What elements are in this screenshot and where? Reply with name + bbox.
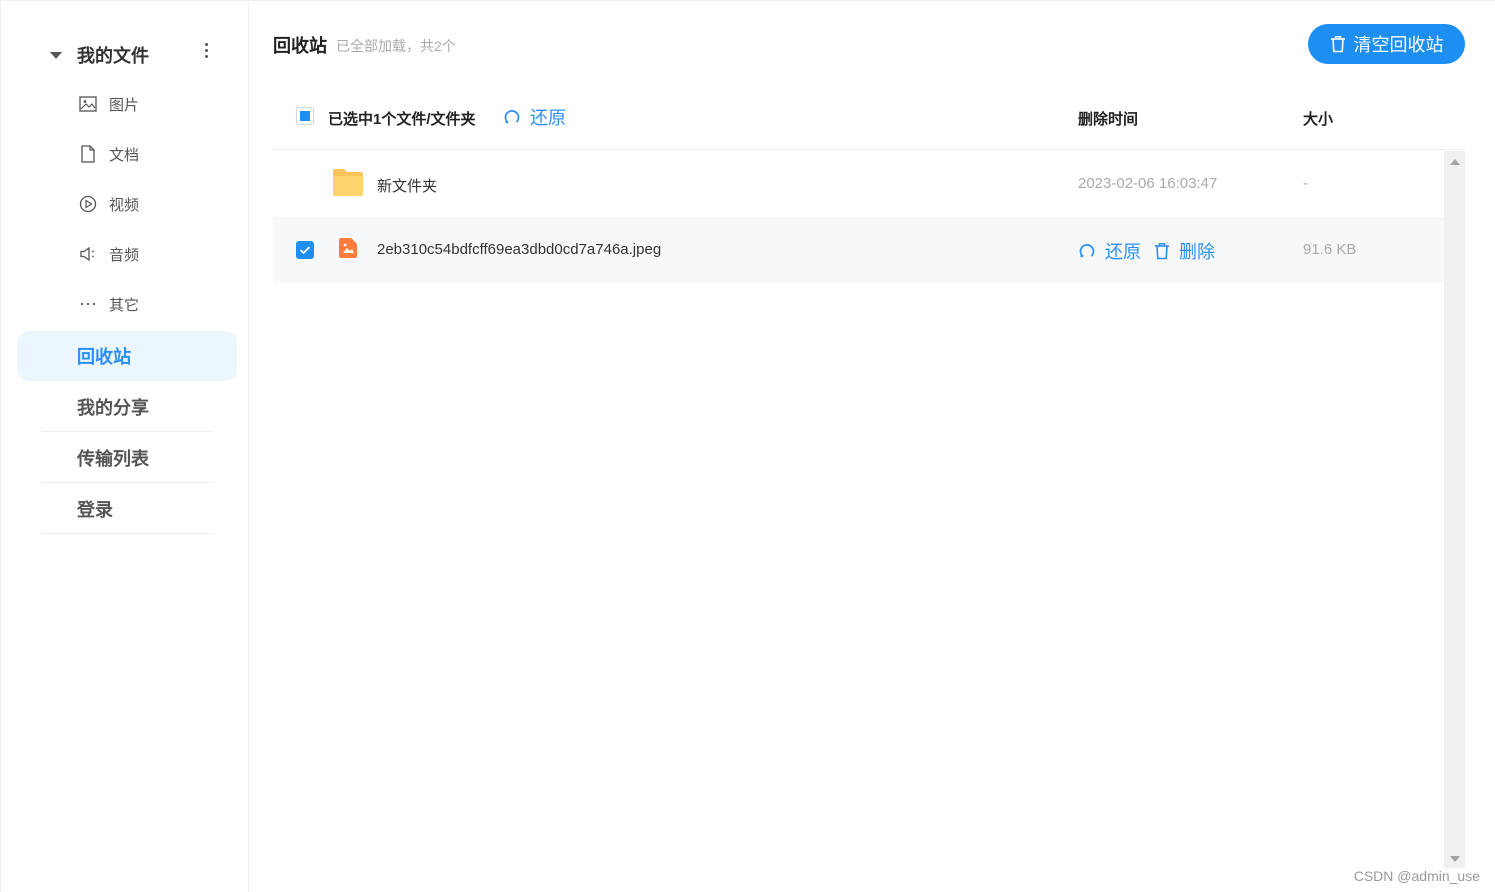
folder-icon: [333, 169, 363, 196]
clear-recycle-bin-button[interactable]: 清空回收站: [1308, 24, 1465, 64]
sidebar-item-label: 视频: [109, 196, 140, 214]
row-restore-button[interactable]: 还原: [1078, 238, 1141, 264]
scroll-up-icon[interactable]: [1450, 159, 1460, 165]
watermark: CSDN @admin_use: [1353, 868, 1480, 884]
sidebar-item-label: 登录: [77, 499, 113, 520]
file-size: -: [1303, 175, 1308, 192]
table-header: 已选中1个文件/文件夹 还原 删除时间 大小: [273, 84, 1465, 150]
restore-icon: [1079, 244, 1095, 258]
sidebar-item-label: 回收站: [77, 347, 131, 367]
my-files-group[interactable]: 我的文件: [41, 35, 221, 75]
file-name: 新文件夹: [377, 178, 438, 195]
bulk-restore-label: 还原: [530, 108, 566, 128]
sidebar-item-videos[interactable]: 视频: [79, 189, 139, 219]
trash-icon: [1155, 243, 1169, 260]
clear-button-label: 清空回收站: [1353, 35, 1444, 55]
check-icon: [299, 246, 311, 255]
bulk-restore-button[interactable]: 还原: [503, 104, 566, 130]
trash-icon: [1330, 36, 1345, 53]
sidebar-item-recycle-bin[interactable]: 回收站: [17, 331, 237, 381]
more-vertical-icon[interactable]: [204, 43, 208, 58]
file-name: 2eb310c54bdfcff69ea3dbd0cd7a746a.jpeg: [377, 241, 662, 258]
image-file-icon: [339, 238, 357, 258]
more-icon: [80, 302, 96, 306]
table-row[interactable]: 新文件夹 2023-02-06 16:03:47 -: [273, 151, 1444, 217]
scroll-down-icon[interactable]: [1450, 856, 1460, 862]
selected-count-label: 已选中1个文件/文件夹: [328, 111, 476, 128]
sidebar-item-login[interactable]: 登录: [41, 484, 213, 534]
sidebar-item-my-shares[interactable]: 我的分享: [41, 382, 213, 432]
deleted-time: 2023-02-06 16:03:47: [1078, 175, 1218, 192]
document-icon: [81, 145, 95, 163]
video-icon: [79, 195, 97, 213]
top-border: [249, 0, 1495, 1]
sidebar-item-transfer-list[interactable]: 传输列表: [41, 433, 213, 483]
restore-icon: [504, 110, 520, 124]
sidebar-item-label: 我的分享: [77, 397, 149, 418]
caret-down-icon[interactable]: [50, 51, 62, 59]
row-restore-label: 还原: [1105, 242, 1141, 262]
image-icon: [79, 96, 97, 112]
audio-icon: [80, 246, 94, 262]
sidebar-item-audio[interactable]: 音频: [79, 239, 139, 269]
page-title: 回收站: [273, 36, 327, 56]
column-header-size: 大小: [1303, 111, 1334, 128]
row-delete-label: 删除: [1179, 242, 1215, 262]
sidebar: 我的文件 图片 文档 视频 音频 其它 回收站 我的分享 传输列表 登录: [0, 0, 249, 892]
sidebar-item-label: 其它: [109, 296, 140, 314]
sidebar-item-documents[interactable]: 文档: [79, 139, 139, 169]
file-size: 91.6 KB: [1303, 241, 1357, 258]
page-subtitle: 已全部加载，共2个: [336, 38, 456, 54]
sidebar-item-label: 音频: [109, 246, 140, 264]
select-all-checkbox[interactable]: [296, 107, 314, 125]
column-header-deleted-time: 删除时间: [1078, 111, 1139, 128]
row-delete-button[interactable]: 删除: [1154, 238, 1215, 264]
my-files-label: 我的文件: [77, 46, 149, 66]
row-checkbox[interactable]: [296, 241, 314, 259]
sidebar-item-label: 传输列表: [77, 448, 149, 469]
sidebar-item-images[interactable]: 图片: [79, 89, 139, 119]
vertical-scrollbar[interactable]: [1444, 151, 1465, 868]
sidebar-item-label: 图片: [109, 96, 140, 114]
sidebar-item-label: 文档: [109, 146, 140, 164]
table-row[interactable]: 2eb310c54bdfcff69ea3dbd0cd7a746a.jpeg 还原…: [273, 217, 1444, 283]
sidebar-item-other[interactable]: 其它: [79, 289, 139, 319]
